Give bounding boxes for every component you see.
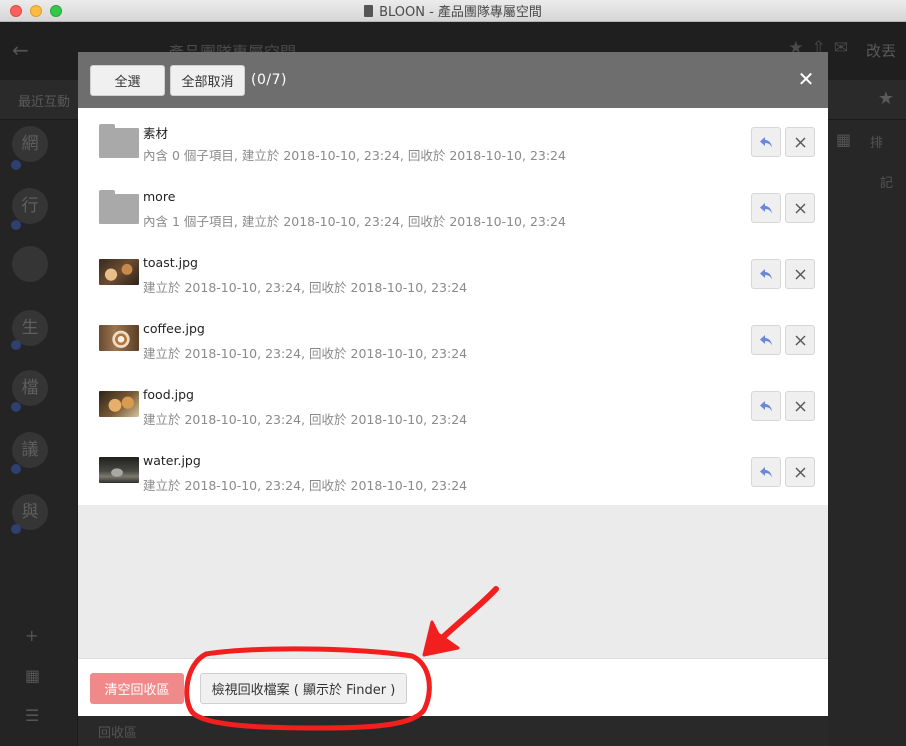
rail-badge [11, 524, 21, 534]
delete-icon [795, 335, 805, 345]
grid-view-icon[interactable]: ▦ [836, 130, 851, 149]
file-meta: 建立於 2018-10-10, 23:24, 回收於 2018-10-10, 2… [143, 346, 468, 361]
bloon-app-icon [364, 4, 374, 17]
left-rail: 網 行 生 檔 議 與 + ▦ ☰ [0, 120, 78, 746]
folder-icon [99, 190, 139, 224]
image-thumbnail [99, 259, 139, 285]
delete-button[interactable] [785, 259, 815, 289]
trash-modal: 全選 全部取消 (0/7) ✕ 素材 內含 0 個子項目, 建立於 2018-1… [78, 52, 828, 716]
header-right-action[interactable]: 改丟 [866, 40, 896, 61]
delete-icon [795, 269, 805, 279]
pin-icon[interactable]: ★ [878, 88, 894, 109]
restore-button[interactable] [751, 127, 781, 157]
apps-icon[interactable]: ▦ [25, 666, 40, 685]
window-zoom-button[interactable] [50, 5, 62, 17]
restore-icon [760, 268, 772, 279]
window-minimize-button[interactable] [30, 5, 42, 17]
window-controls [10, 5, 62, 17]
deselect-all-button[interactable]: 全部取消 [170, 64, 245, 96]
restore-icon [760, 202, 772, 213]
delete-icon [795, 203, 805, 213]
selection-count: (0/7) [251, 72, 287, 88]
image-thumbnail [99, 457, 139, 483]
back-arrow-icon[interactable]: ← [12, 38, 29, 62]
delete-button[interactable] [785, 193, 815, 223]
image-thumbnail [99, 325, 139, 351]
delete-button[interactable] [785, 457, 815, 487]
menu-icon[interactable]: ☰ [25, 706, 39, 725]
right-panel: ▦ 排 記 [828, 120, 906, 746]
trash-nav-label[interactable]: 回收區 [98, 722, 137, 741]
file-row[interactable]: coffee.jpg 建立於 2018-10-10, 23:24, 回收於 20… [78, 306, 828, 372]
file-row[interactable]: more 內含 1 個子項目, 建立於 2018-10-10, 23:24, 回… [78, 174, 828, 240]
window-titlebar: BLOON - 產品團隊專屬空間 [0, 0, 906, 22]
file-row[interactable]: food.jpg 建立於 2018-10-10, 23:24, 回收於 2018… [78, 372, 828, 438]
rail-avatar[interactable] [12, 246, 48, 282]
rail-avatar[interactable]: 網 [12, 126, 48, 162]
delete-button[interactable] [785, 325, 815, 355]
restore-button[interactable] [751, 391, 781, 421]
folder-icon [99, 124, 139, 158]
modal-header: 全選 全部取消 (0/7) ✕ [78, 52, 828, 108]
tab-recent[interactable]: 最近互動 [18, 91, 70, 110]
delete-icon [795, 137, 805, 147]
delete-icon [795, 467, 805, 477]
delete-button[interactable] [785, 391, 815, 421]
rail-badge [11, 340, 21, 350]
file-meta: 建立於 2018-10-10, 23:24, 回收於 2018-10-10, 2… [143, 478, 468, 493]
file-name: toast.jpg [143, 255, 198, 270]
rail-badge [11, 160, 21, 170]
rail-badge [11, 464, 21, 474]
file-row[interactable]: 素材 內含 0 個子項目, 建立於 2018-10-10, 23:24, 回收於… [78, 108, 828, 174]
restore-icon [760, 400, 772, 411]
file-name: water.jpg [143, 453, 201, 468]
trash-nav: 回收區 [78, 716, 828, 746]
modal-footer: 清空回收區 檢視回收檔案 ( 顯示於 Finder ) [78, 658, 828, 716]
file-name: food.jpg [143, 387, 194, 402]
file-meta: 內含 0 個子項目, 建立於 2018-10-10, 23:24, 回收於 20… [143, 148, 566, 163]
side-label: 記 [880, 176, 894, 191]
window-close-button[interactable] [10, 5, 22, 17]
window-title: BLOON - 產品團隊專屬空間 [364, 1, 542, 20]
file-name: coffee.jpg [143, 321, 205, 336]
rail-avatar[interactable]: 議 [12, 432, 48, 468]
file-meta: 建立於 2018-10-10, 23:24, 回收於 2018-10-10, 2… [143, 280, 468, 295]
delete-button[interactable] [785, 127, 815, 157]
restore-icon [760, 136, 772, 147]
restore-icon [760, 334, 772, 345]
window-title-text: BLOON - 產品團隊專屬空間 [379, 5, 542, 20]
file-name: 素材 [143, 126, 169, 141]
file-name: more [143, 189, 176, 204]
sort-dropdown[interactable]: 排 [870, 132, 883, 151]
rail-avatar[interactable]: 行 [12, 188, 48, 224]
image-thumbnail [99, 391, 139, 417]
delete-icon [795, 401, 805, 411]
restore-button[interactable] [751, 325, 781, 355]
file-meta: 內含 1 個子項目, 建立於 2018-10-10, 23:24, 回收於 20… [143, 214, 566, 229]
restore-icon [760, 466, 772, 477]
rail-avatar[interactable]: 檔 [12, 370, 48, 406]
view-trash-in-finder-button[interactable]: 檢視回收檔案 ( 顯示於 Finder ) [200, 673, 407, 704]
file-meta: 建立於 2018-10-10, 23:24, 回收於 2018-10-10, 2… [143, 412, 468, 427]
file-row[interactable]: water.jpg 建立於 2018-10-10, 23:24, 回收於 201… [78, 438, 828, 504]
rail-badge [11, 220, 21, 230]
restore-button[interactable] [751, 193, 781, 223]
select-all-button[interactable]: 全選 [90, 64, 165, 96]
trash-file-list: 素材 內含 0 個子項目, 建立於 2018-10-10, 23:24, 回收於… [78, 108, 828, 505]
add-icon[interactable]: + [25, 626, 38, 645]
file-row[interactable]: toast.jpg 建立於 2018-10-10, 23:24, 回收於 201… [78, 240, 828, 306]
restore-button[interactable] [751, 259, 781, 289]
restore-button[interactable] [751, 457, 781, 487]
close-icon[interactable]: ✕ [796, 69, 816, 89]
rail-badge [11, 402, 21, 412]
empty-trash-button[interactable]: 清空回收區 [90, 673, 184, 704]
